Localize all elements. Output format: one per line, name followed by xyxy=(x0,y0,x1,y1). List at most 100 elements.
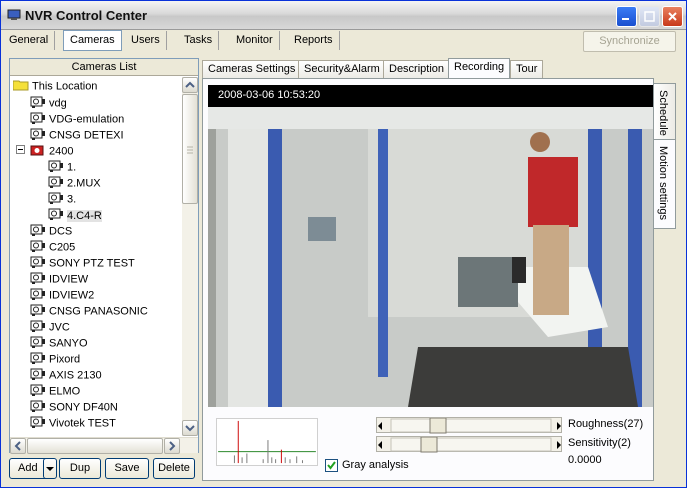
save-button[interactable]: Save xyxy=(105,458,149,479)
camera-icon xyxy=(30,303,46,320)
camera-icon xyxy=(30,287,46,304)
scroll-right-button[interactable] xyxy=(164,438,180,454)
video-timestamp: 2008-03-06 10:53:20 xyxy=(218,89,321,101)
camera-icon xyxy=(30,367,46,384)
tree-item-label: 3. xyxy=(67,193,77,206)
tab-general[interactable]: General xyxy=(3,31,56,50)
minimize-button[interactable] xyxy=(616,6,637,27)
tree-camera-item[interactable]: Vivotek TEST xyxy=(30,415,116,431)
scroll-left-button[interactable] xyxy=(10,438,26,454)
camera-icon xyxy=(30,255,46,272)
tree-item-label: 4.C4-R xyxy=(67,209,102,222)
tree-camera-item[interactable]: AXIS 2130 xyxy=(30,367,102,383)
tree-camera-item[interactable]: C205 xyxy=(30,239,75,255)
camera-icon xyxy=(30,239,46,256)
tab-motion-label: Motion settings xyxy=(657,146,669,220)
tree-camera-item[interactable]: DCS xyxy=(30,223,72,239)
tab-schedule-label: Schedule xyxy=(657,90,669,136)
tree-item-label: vdg xyxy=(49,97,67,110)
tab-monitor[interactable]: Monitor xyxy=(230,31,280,50)
camera-icon xyxy=(48,207,64,224)
horizontal-scrollbar[interactable] xyxy=(10,437,198,454)
camera-icon xyxy=(30,335,46,352)
tab-cameras-settings[interactable]: Cameras Settings xyxy=(202,60,302,78)
arrow-down-icon xyxy=(185,425,195,432)
tree-item-label: Pixord xyxy=(49,353,81,366)
collapse-toggle-icon[interactable] xyxy=(16,145,25,157)
camera-icon xyxy=(30,95,46,112)
tree-camera-item[interactable]: VDG-emulation xyxy=(30,111,124,127)
tree-camera-item[interactable]: SONY DF40N xyxy=(30,399,118,415)
tree-item-label: SONY PTZ TEST xyxy=(49,257,135,270)
add-button-label: Add xyxy=(18,462,38,474)
tree-camera-item[interactable]: vdg xyxy=(30,95,67,111)
arrow-right-icon xyxy=(169,441,176,451)
tree-root-folder[interactable]: This Location xyxy=(12,79,98,95)
tree-item-label: This Location xyxy=(32,80,98,93)
camera-tree: This Location vdg VDG-emulation CNSG DETEXI… xyxy=(10,77,181,436)
motion-histogram xyxy=(216,418,318,466)
tree-camera-item[interactable]: 2.MUX xyxy=(48,175,101,191)
sensitivity-slider[interactable] xyxy=(376,436,562,453)
sensitivity-label: Sensitivity(2) xyxy=(568,437,631,449)
h-scroll-thumb[interactable] xyxy=(27,438,163,454)
tab-motion-settings[interactable]: Motion settings xyxy=(654,139,676,229)
gray-analysis-checkbox[interactable] xyxy=(325,459,338,472)
roughness-slider[interactable] xyxy=(376,417,562,434)
camera-icon xyxy=(30,143,46,160)
app-icon xyxy=(7,9,21,20)
scroll-up-button[interactable] xyxy=(182,77,198,93)
tree-camera-item[interactable]: JVC xyxy=(30,319,70,335)
scroll-thumb[interactable] xyxy=(182,94,198,204)
tab-reports[interactable]: Reports xyxy=(288,31,340,50)
check-icon xyxy=(327,461,336,470)
maximize-button[interactable] xyxy=(639,6,660,27)
cameras-list-panel: Cameras List This Location vdg VDG-emulati… xyxy=(9,58,199,454)
synchronize-button[interactable]: Synchronize xyxy=(583,31,676,52)
tab-cameras[interactable]: Cameras xyxy=(63,30,122,51)
tree-camera-item[interactable]: 4.C4-R xyxy=(48,207,102,223)
tab-schedule[interactable]: Schedule xyxy=(654,83,676,147)
vertical-scrollbar[interactable] xyxy=(182,77,198,436)
tree-camera-item[interactable]: IDVIEW2 xyxy=(30,287,94,303)
camera-icon xyxy=(30,399,46,416)
tree-item-label: JVC xyxy=(49,321,70,334)
tab-tour[interactable]: Tour xyxy=(510,60,544,78)
delete-button[interactable]: Delete xyxy=(153,458,195,479)
tree-group[interactable]: 2400 xyxy=(16,143,73,160)
tree-camera-item[interactable]: ELMO xyxy=(30,383,80,399)
tab-security-alarm[interactable]: Security&Alarm xyxy=(298,60,386,78)
tree-camera-item[interactable]: CNSG DETEXI xyxy=(30,127,124,143)
tree-camera-item[interactable]: 1. xyxy=(48,159,76,175)
close-button[interactable] xyxy=(662,6,683,27)
tree-camera-item[interactable]: IDVIEW xyxy=(30,271,88,287)
tree-camera-item[interactable]: SONY PTZ TEST xyxy=(30,255,135,271)
window-title: NVR Control Center xyxy=(25,8,148,23)
tree-camera-item[interactable]: CNSG PANASONIC xyxy=(30,303,148,319)
tree-item-label: Vivotek TEST xyxy=(49,417,116,430)
gray-analysis-label: Gray analysis xyxy=(342,459,409,471)
tab-recording[interactable]: Recording xyxy=(448,58,511,79)
camera-icon xyxy=(48,191,64,208)
tab-tasks[interactable]: Tasks xyxy=(178,31,220,50)
add-dropdown-button[interactable] xyxy=(43,458,57,479)
scroll-down-button[interactable] xyxy=(182,420,198,436)
camera-icon xyxy=(30,415,46,432)
tab-description[interactable]: Description xyxy=(383,60,451,78)
tab-users[interactable]: Users xyxy=(125,31,167,50)
camera-icon xyxy=(30,111,46,128)
folder-icon xyxy=(12,79,29,94)
tree-camera-item[interactable]: Pixord xyxy=(30,351,80,367)
tree-camera-item[interactable]: SANYO xyxy=(30,335,88,351)
tree-camera-item[interactable]: 3. xyxy=(48,191,76,207)
sensitivity-slider-track xyxy=(378,436,561,453)
motion-level-value: 0.0000 xyxy=(568,454,602,466)
tree-item-label: CNSG DETEXI xyxy=(49,129,124,142)
video-preview: 2008-03-06 10:53:20 xyxy=(208,85,653,407)
tree-item-label: SANYO xyxy=(49,337,88,350)
tree-item-label: ELMO xyxy=(49,385,81,398)
camera-icon xyxy=(30,383,46,400)
dup-button[interactable]: Dup xyxy=(59,458,101,479)
tree-item-label: DCS xyxy=(49,225,73,238)
grip-icon xyxy=(187,146,193,154)
